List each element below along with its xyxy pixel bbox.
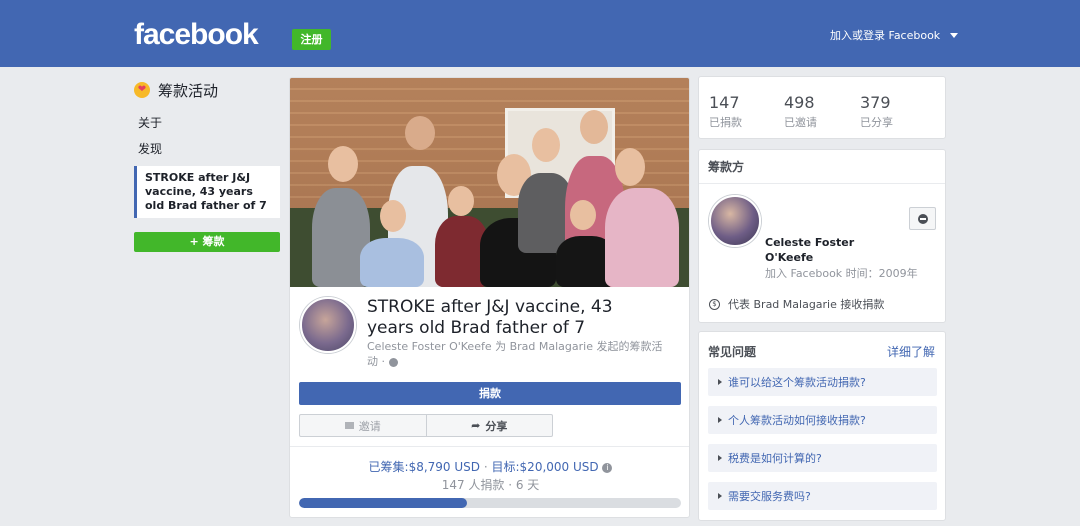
fundraiser-heart-icon: ❤ [134,82,150,98]
goal-amount: $20,000 USD [519,460,599,474]
caret-right-icon [718,455,722,461]
stat-donated: 147 已捐款 [709,93,742,129]
family-cover-photo [290,78,689,287]
stat-shared: 379 已分享 [860,93,893,129]
info-icon[interactable]: i [602,462,613,473]
stat-invited: 498 已邀请 [784,93,817,129]
action-button-row: 邀请 ➦ 分享 [299,414,553,437]
faq-box: 常见问题 详细了解 谁可以给这个筹款活动捐款? 个人筹款活动如何接收捐款? 税费… [698,331,946,521]
message-button[interactable] [909,207,936,230]
facebook-logo[interactable]: facebook [134,18,259,52]
donors-count: 147 人捐款 · 6 天 [441,478,540,492]
invite-button[interactable]: 邀请 [300,415,427,436]
donate-button[interactable]: 捐款 [299,382,681,405]
learn-more-link[interactable]: 详细了解 [887,343,935,360]
login-label: 加入或登录 Facebook [830,29,941,42]
nav-item-about[interactable]: 关于 [134,110,280,136]
organizer-avatar[interactable] [709,195,761,247]
faq-item[interactable]: 税费是如何计算的? [708,444,937,472]
raised-summary: 已筹集:$8,790 USD · 目标:$20,000 USD i [290,458,689,475]
organizer-box: 筹款方 Celeste Foster O'Keefe 加入 Facebook 时… [698,149,946,323]
nav-item-discover[interactable]: 发现 [134,136,280,162]
organizer-joined: 加入 Facebook 时间：2009年 [765,267,918,280]
faq-item[interactable]: 需要交服务费吗? [708,482,937,510]
caret-right-icon [718,379,722,385]
caret-down-icon [950,32,959,38]
share-button[interactable]: ➦ 分享 [427,415,553,436]
caret-right-icon [718,417,722,423]
nav-item-active-fundraiser[interactable]: STROKE after J&J vaccine, 43 years old B… [134,166,280,218]
stats-box: 147 已捐款 498 已邀请 379 已分享 [698,76,946,139]
progress-bar [299,498,681,508]
organizer-heading: 筹款方 [699,150,945,184]
campaign-subtitle: Celeste Foster O'Keefe 为 Brad Malagarie … [367,340,663,368]
envelope-icon [344,422,354,429]
caret-right-icon [718,493,722,499]
faq-item[interactable]: 谁可以给这个筹款活动捐款? [708,368,937,396]
top-navbar: facebook 注册 加入或登录 Facebook [0,0,1080,67]
progress-bar-fill [299,498,467,508]
messenger-icon [917,213,928,224]
fundraiser-card: STROKE after J&J vaccine, 43 years old B… [289,77,690,518]
divider [290,446,689,447]
faq-heading: 常见问题 [708,345,757,359]
raised-amount: $8,790 USD [408,460,481,474]
organizer-name[interactable]: Celeste Foster O'Keefe [765,235,875,265]
beneficiary-line: $ 代表 Brad Malagarie 接收捐款 [709,296,884,312]
share-arrow-icon: ➦ [471,419,481,432]
campaign-avatar[interactable] [300,297,356,353]
left-nav: ❤ 筹款活动 关于 发现 STROKE after J&J vaccine, 4… [134,78,280,252]
signup-button[interactable]: 注册 [292,29,331,50]
fundraiser-nav-title: ❤ 筹款活动 [134,78,280,102]
faq-item[interactable]: 个人筹款活动如何接收捐款? [708,406,937,434]
campaign-title: STROKE after J&J vaccine, 43 years old B… [367,297,613,338]
globe-icon [388,357,398,367]
create-fundraiser-button[interactable]: + 筹款 [134,232,280,252]
fundraiser-nav-title-text: 筹款活动 [158,81,219,100]
login-link[interactable]: 加入或登录 Facebook [830,27,959,43]
dollar-icon: $ [709,298,720,310]
